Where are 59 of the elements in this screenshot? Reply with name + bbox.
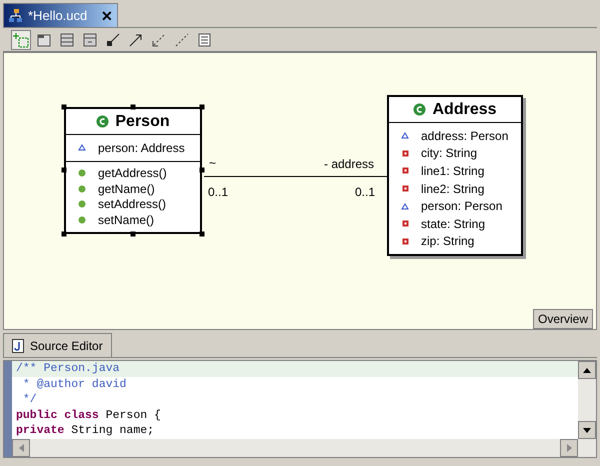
selection-handle[interactable] <box>62 104 66 110</box>
role-label: ~ <box>209 155 216 172</box>
interface-icon <box>82 32 98 48</box>
java-file-icon <box>12 338 24 352</box>
select-icon <box>13 32 29 48</box>
attribute-text: zip: String <box>421 233 474 250</box>
selection-handle[interactable] <box>200 231 204 236</box>
multiplicity-label: 0..1 <box>355 184 376 201</box>
class-icon <box>413 103 426 116</box>
dependency-icon <box>105 32 121 48</box>
close-button[interactable]: ✕ <box>101 8 113 22</box>
role-label: - address <box>324 156 374 173</box>
selection-handle[interactable] <box>200 168 204 173</box>
dashed-line-icon <box>174 32 190 48</box>
method-text: getName() <box>98 180 155 198</box>
code-line: */ <box>22 392 38 408</box>
scroll-left-button[interactable] <box>12 439 30 457</box>
attribute-text: person: Address <box>98 140 185 157</box>
up-arrow-icon <box>583 368 591 372</box>
vertical-scrollbar[interactable] <box>578 361 596 439</box>
tab-title: Source Editor <box>30 338 103 354</box>
attribute-text: line1: String <box>421 162 484 180</box>
class-icon <box>59 32 75 48</box>
source-tab[interactable]: Source Editor <box>3 333 112 357</box>
class-name: Person <box>115 112 170 132</box>
tab-title: *Hello.ucd <box>28 6 88 25</box>
note-icon <box>197 32 213 48</box>
editor-tab[interactable]: *Hello.ucd ✕ <box>3 3 118 27</box>
selection-handle[interactable] <box>62 168 66 173</box>
method-text: getAddress() <box>98 165 167 182</box>
class-box[interactable]: Address address: Person city: String line1: String line2: String person: Person state: String zip: String <box>387 95 523 256</box>
left-arrow-icon <box>18 444 24 452</box>
attribute-text: address: Person <box>421 128 508 145</box>
attribute-text: city: String <box>421 145 478 162</box>
attribute-text: line2: String <box>421 180 484 198</box>
arrow-icon <box>128 32 144 48</box>
diagram-icon <box>8 8 24 24</box>
selection-handle[interactable] <box>62 231 66 236</box>
attribute-text: person: Person <box>421 198 502 216</box>
down-arrow-icon <box>583 428 591 432</box>
right-arrow-icon <box>566 444 572 452</box>
class-icon <box>96 115 110 128</box>
class-name: Address <box>432 100 497 120</box>
horizontal-scrollbar[interactable] <box>12 439 596 457</box>
package-icon <box>36 32 52 48</box>
code-line: * @author david <box>22 376 128 392</box>
scroll-up-button[interactable] <box>578 361 596 379</box>
code-line: public class Person { <box>15 408 162 423</box>
selection-handle[interactable] <box>200 104 204 110</box>
multiplicity-label: 0..1 <box>208 184 228 201</box>
attribute-text: state: String <box>421 216 486 233</box>
selection-handle[interactable] <box>130 104 136 110</box>
overview-button[interactable]: Overview <box>532 309 593 329</box>
class-box[interactable]: Person person: Address getAddress() getName() setAddress() setName() <box>64 107 202 234</box>
code-line: private String name; <box>15 423 156 438</box>
selection-handle[interactable] <box>130 231 136 236</box>
method-text: setName() <box>98 212 154 229</box>
method-text: setAddress() <box>98 196 166 214</box>
scroll-down-button[interactable] <box>578 421 596 439</box>
